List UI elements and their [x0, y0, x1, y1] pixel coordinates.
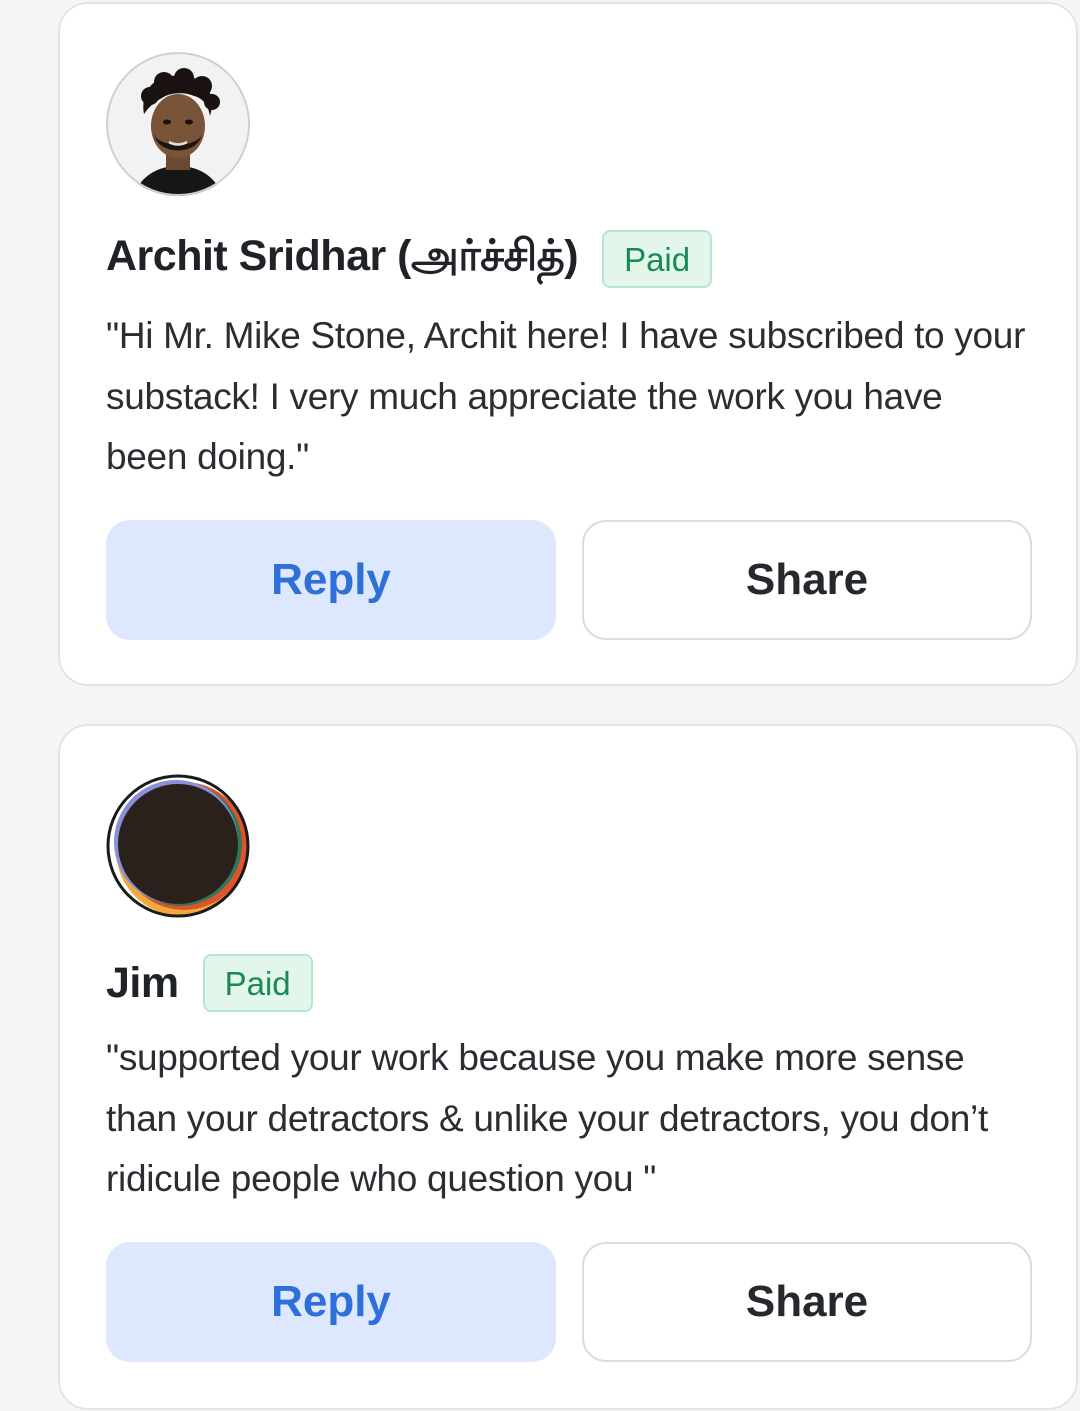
paid-badge: Paid — [202, 954, 313, 1012]
paid-badge: Paid — [602, 230, 713, 288]
comment-card: Jim Paid "supported your work because yo… — [58, 724, 1078, 1410]
author-name[interactable]: Archit Sridhar (அர்ச்சித்) — [106, 232, 579, 286]
author-row: Archit Sridhar (அர்ச்சித்) Paid — [106, 230, 1036, 288]
reply-button[interactable]: Reply — [106, 520, 556, 640]
user-photo-icon — [106, 52, 250, 196]
avatar[interactable] — [106, 52, 250, 196]
abstract-avatar-icon — [106, 774, 250, 918]
author-name[interactable]: Jim — [106, 959, 179, 1008]
comment-message: "supported your work because you make mo… — [106, 1037, 988, 1199]
author-row: Jim Paid — [106, 954, 1036, 1012]
share-button[interactable]: Share — [582, 1242, 1032, 1362]
reply-button[interactable]: Reply — [106, 1242, 556, 1362]
avatar[interactable] — [106, 774, 250, 918]
comment-card: Archit Sridhar (அர்ச்சித்) Paid "Hi Mr. … — [58, 2, 1078, 686]
share-button[interactable]: Share — [582, 520, 1032, 640]
comment-message: "Hi Mr. Mike Stone, Archit here! I have … — [106, 315, 1026, 477]
